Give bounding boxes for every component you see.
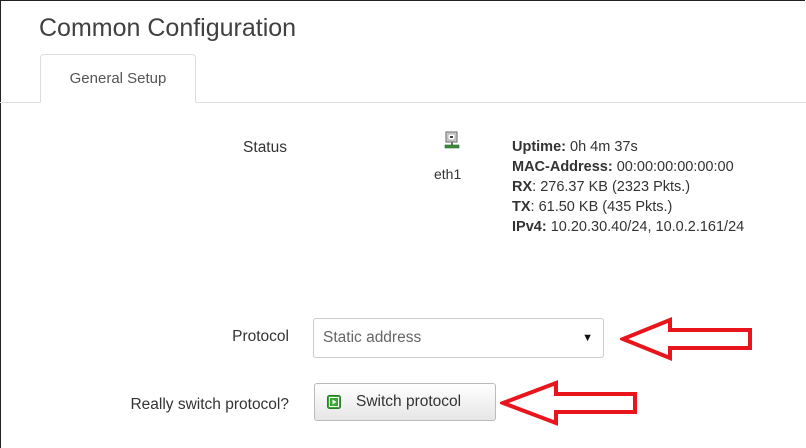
protocol-selected-value: Static address [323, 329, 422, 346]
status-label: Status [243, 139, 287, 156]
switch-protocol-button-label: Switch protocol [356, 393, 462, 410]
protocol-label: Protocol [232, 328, 289, 345]
apply-icon [327, 395, 341, 409]
switch-protocol-button[interactable]: Switch protocol [314, 383, 496, 421]
uptime-line: Uptime: 0h 4m 37s [512, 137, 744, 157]
protocol-select[interactable]: Static address ▼ [313, 318, 604, 358]
mac-address-key: MAC-Address: [512, 159, 613, 175]
tab-general-setup[interactable]: General Setup [40, 54, 196, 103]
interface-name: eth1 [434, 166, 462, 182]
rx-key: RX [512, 179, 533, 195]
dropdown-arrow-icon: ▼ [582, 332, 593, 344]
tx-value: : 61.50 KB (435 Pkts.) [530, 199, 673, 215]
tx-line: TX: 61.50 KB (435 Pkts.) [512, 197, 744, 217]
uptime-value: 0h 4m 37s [570, 139, 638, 155]
mac-address-line: MAC-Address: 00:00:00:00:00:00 [512, 157, 744, 177]
annotation-arrow-icon [620, 317, 752, 361]
ipv4-line: IPv4: 10.20.30.40/24, 10.0.2.161/24 [512, 217, 744, 237]
ipv4-key: IPv4: [512, 219, 547, 235]
switch-protocol-label: Really switch protocol? [130, 396, 289, 413]
rx-value: : 276.37 KB (2323 Pkts.) [532, 179, 691, 195]
annotation-arrow-icon [500, 380, 637, 426]
page-title: Common Configuration [39, 14, 297, 42]
uptime-key: Uptime: [512, 139, 566, 155]
ipv4-value: 10.20.30.40/24, 10.0.2.161/24 [550, 219, 745, 235]
mac-address-value: 00:00:00:00:00:00 [616, 159, 734, 175]
network-interface-icon [444, 131, 460, 149]
interface-status-details: Uptime: 0h 4m 37s MAC-Address: 00:00:00:… [512, 137, 744, 237]
rx-line: RX: 276.37 KB (2323 Pkts.) [512, 177, 744, 197]
tx-key: TX [512, 199, 531, 215]
